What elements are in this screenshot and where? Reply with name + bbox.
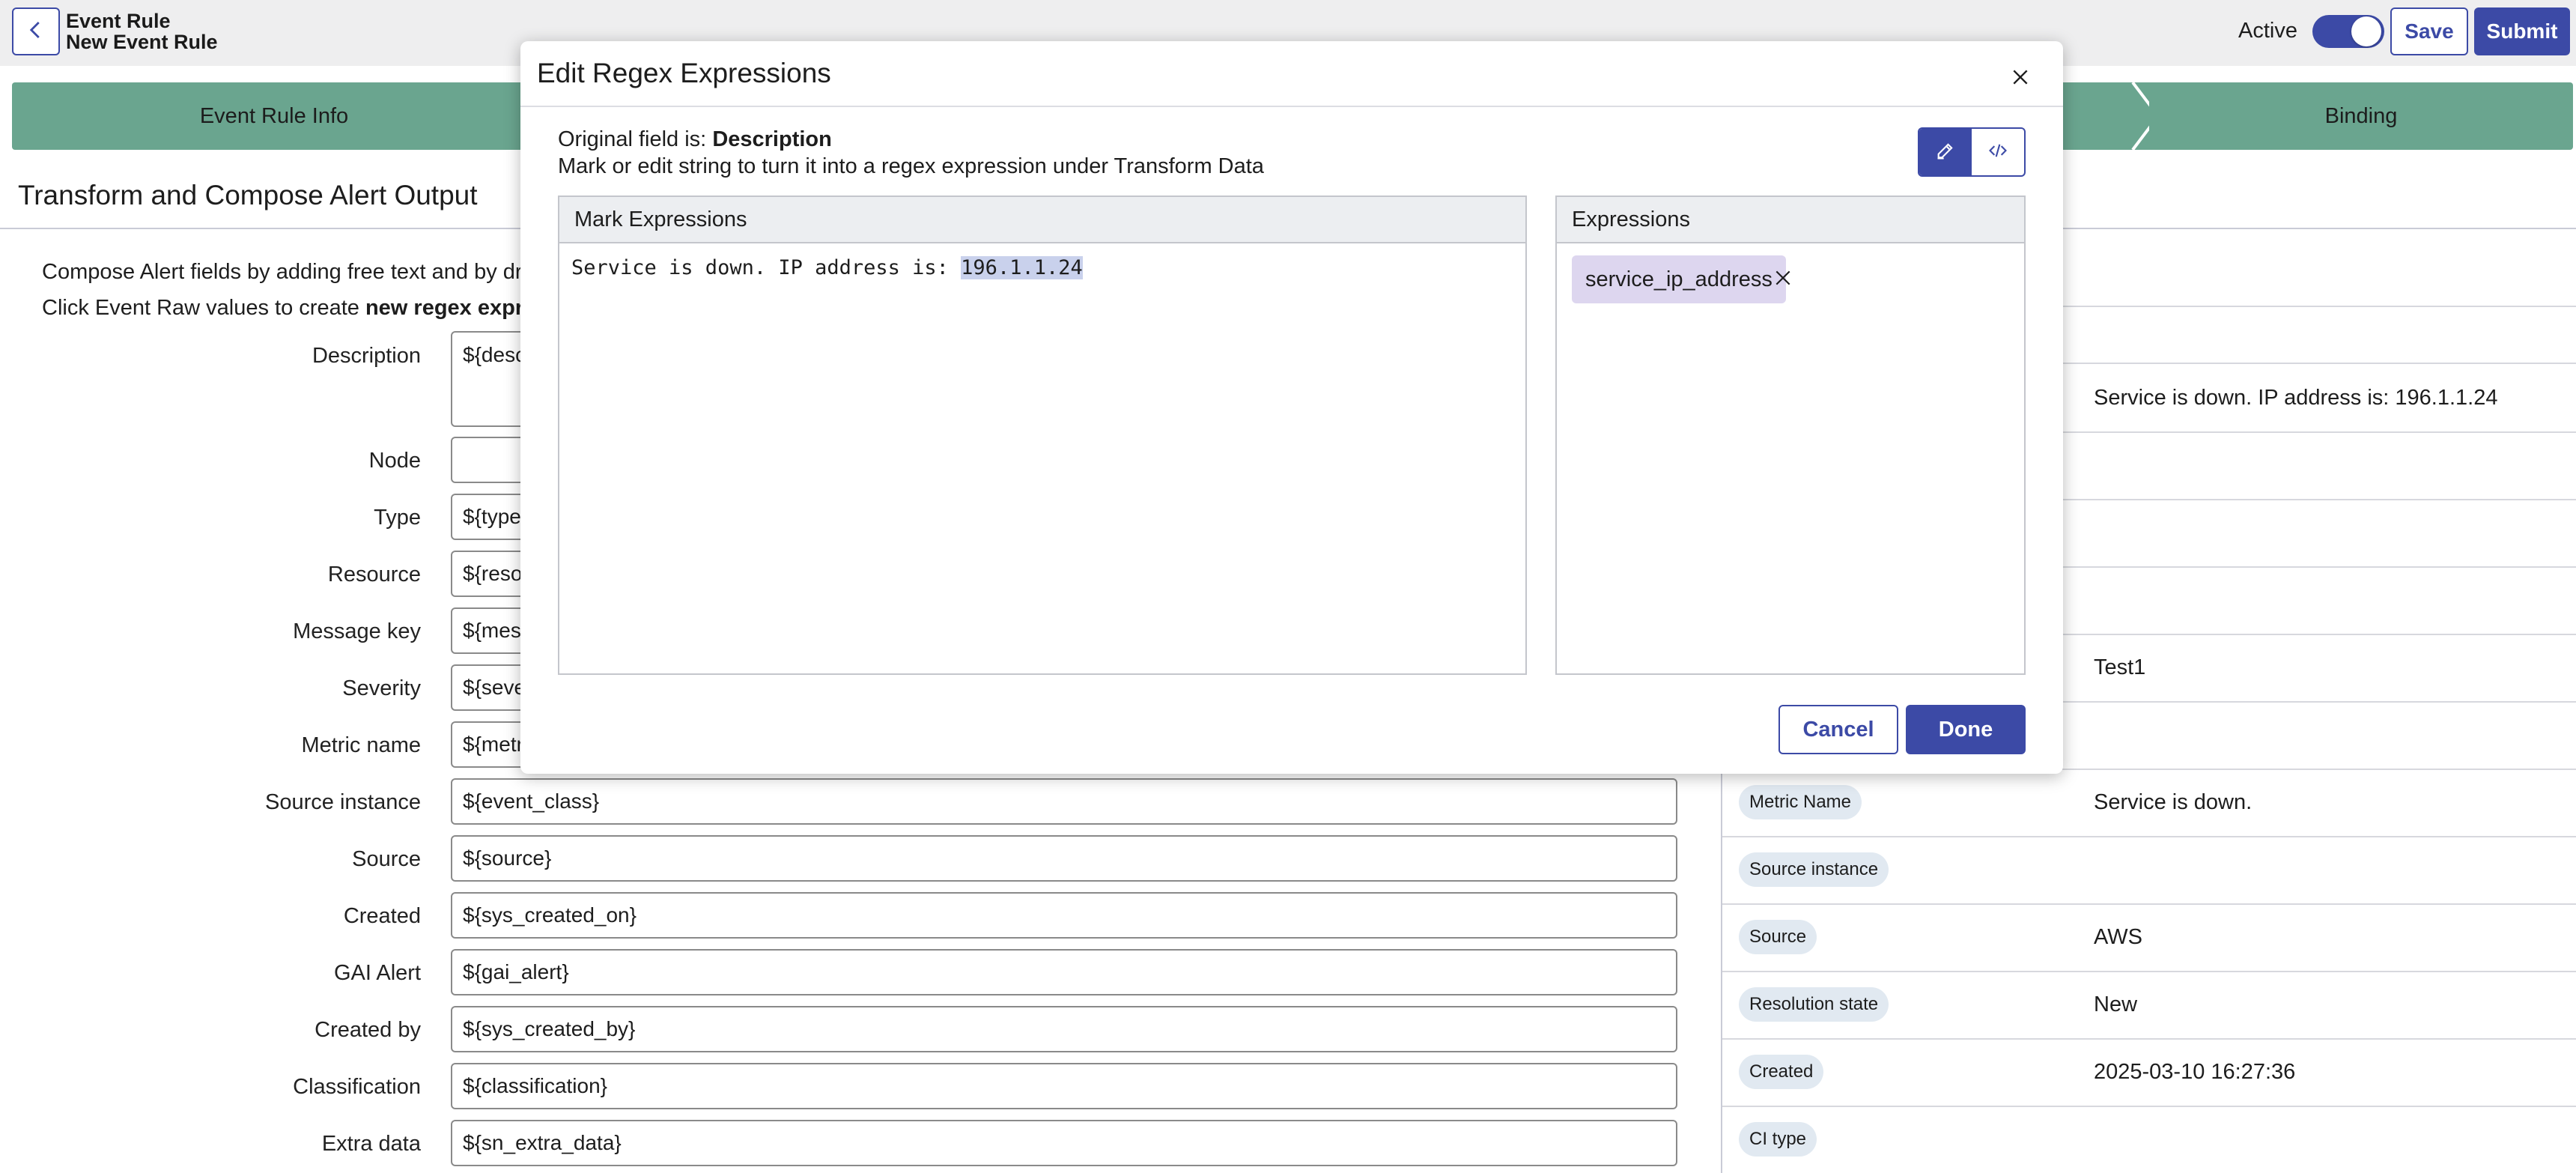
- instruction-text-2-prefix: Click Event Raw values to create: [42, 296, 365, 320]
- chevron-left-icon: [25, 19, 47, 45]
- row-divider: [1722, 1038, 2576, 1040]
- modal-divider: [520, 106, 2063, 107]
- classification-field[interactable]: ${classification}: [451, 1063, 1677, 1109]
- field-label-extra-data: Extra data: [321, 1132, 421, 1156]
- instruction-text-2: Click Event Raw values to create new reg…: [42, 295, 566, 321]
- field-label-resource: Resource: [327, 563, 421, 586]
- done-button[interactable]: Done: [1906, 705, 2026, 754]
- field-label-severity: Severity: [342, 676, 421, 700]
- raw-value-created[interactable]: 2025-03-10 16:27:36: [2094, 1059, 2295, 1085]
- modal-title: Edit Regex Expressions: [537, 58, 831, 88]
- expressions-panel: Expressions service_ip_address: [1555, 196, 2026, 675]
- gai-alert-field[interactable]: ${gai_alert}: [451, 949, 1677, 995]
- mark-mode-button[interactable]: [1919, 129, 1972, 175]
- submit-button[interactable]: Submit: [2474, 7, 2570, 55]
- save-button[interactable]: Save: [2390, 7, 2468, 55]
- mark-expressions-text[interactable]: Service is down. IP address is: 196.1.1.…: [571, 255, 1083, 281]
- row-divider: [1722, 836, 2576, 837]
- field-label-gai-alert: GAI Alert: [333, 961, 421, 985]
- mark-expressions-panel: Mark Expressions Service is down. IP add…: [558, 196, 1527, 675]
- raw-key-created: Created: [1739, 1055, 1824, 1089]
- created-by-field[interactable]: ${sys_created_by}: [451, 1006, 1677, 1052]
- raw-key-source-instance: Source instance: [1739, 852, 1889, 887]
- raw-value-source[interactable]: AWS: [2094, 924, 2142, 950]
- section-title: Transform and Compose Alert Output: [18, 180, 478, 210]
- raw-value-description[interactable]: Service is down. IP address is: 196.1.1.…: [2094, 385, 2498, 410]
- title-line-1: Event Rule: [66, 10, 171, 32]
- row-divider: [1722, 1106, 2576, 1107]
- pencil-icon: [1935, 140, 1956, 165]
- code-icon: [1987, 140, 2008, 165]
- edit-regex-modal: Edit Regex Expressions Original field is…: [520, 41, 2063, 774]
- field-label-classification: Classification: [293, 1075, 421, 1099]
- source-instance-field[interactable]: ${event_class}: [451, 778, 1677, 825]
- cancel-button[interactable]: Cancel: [1778, 705, 1898, 754]
- mark-expressions-header: Mark Expressions: [559, 197, 1525, 243]
- expression-chip[interactable]: service_ip_address: [1572, 255, 1786, 303]
- raw-key-source: Source: [1739, 920, 1817, 954]
- close-icon: [2011, 67, 2030, 91]
- created-field[interactable]: ${sys_created_on}: [451, 892, 1677, 939]
- original-field-text: Original field is: Description: [558, 127, 832, 152]
- back-button[interactable]: [12, 7, 60, 55]
- field-label-created-by: Created by: [315, 1018, 421, 1042]
- field-label-message-key: Message key: [293, 619, 421, 643]
- row-divider: [1722, 971, 2576, 972]
- mark-text-plain: Service is down. IP address is:: [571, 256, 962, 279]
- raw-key-metric-name: Metric Name: [1739, 785, 1862, 819]
- field-label-source: Source: [352, 847, 421, 871]
- expressions-header: Expressions: [1557, 197, 2024, 243]
- page-title: Event Rule New Event Rule: [66, 10, 218, 52]
- modal-hint: Mark or edit string to turn it into a re…: [558, 154, 1264, 178]
- raw-value-test1[interactable]: Test1: [2094, 655, 2145, 680]
- modal-close-button[interactable]: [2005, 64, 2035, 94]
- remove-expression-button[interactable]: [1768, 264, 1798, 294]
- field-label-metric-name: Metric name: [301, 733, 421, 757]
- raw-key-resolution-state: Resolution state: [1739, 987, 1889, 1022]
- field-label-source-instance: Source instance: [265, 790, 421, 814]
- marked-expression[interactable]: 196.1.1.24: [961, 256, 1083, 279]
- mode-toggle-group: [1918, 127, 2026, 177]
- field-label-type: Type: [374, 506, 421, 530]
- field-label-node: Node: [368, 449, 421, 473]
- original-field-prefix: Original field is:: [558, 127, 713, 151]
- source-field[interactable]: ${source}: [451, 835, 1677, 882]
- code-mode-button[interactable]: [1972, 129, 2024, 175]
- title-line-2: New Event Rule: [66, 31, 218, 53]
- toggle-knob: [2351, 16, 2381, 46]
- raw-value-metric-name[interactable]: Service is down.: [2094, 789, 2252, 815]
- instruction-text-1: Compose Alert fields by adding free text…: [42, 260, 559, 284]
- active-toggle[interactable]: [2312, 15, 2384, 48]
- raw-key-ci-type: CI type: [1739, 1122, 1817, 1157]
- step-event-rule-info[interactable]: Event Rule Info: [12, 82, 536, 150]
- row-divider: [1722, 903, 2576, 905]
- active-label: Active: [2238, 19, 2297, 43]
- extra-data-field[interactable]: ${sn_extra_data}: [451, 1120, 1677, 1166]
- field-label-created: Created: [343, 904, 421, 928]
- raw-value-resolution-state[interactable]: New: [2094, 992, 2137, 1017]
- step-binding[interactable]: Binding: [2149, 82, 2573, 150]
- close-icon: [1773, 268, 1793, 291]
- field-label-description: Description: [312, 344, 421, 368]
- original-field-name: Description: [712, 127, 832, 151]
